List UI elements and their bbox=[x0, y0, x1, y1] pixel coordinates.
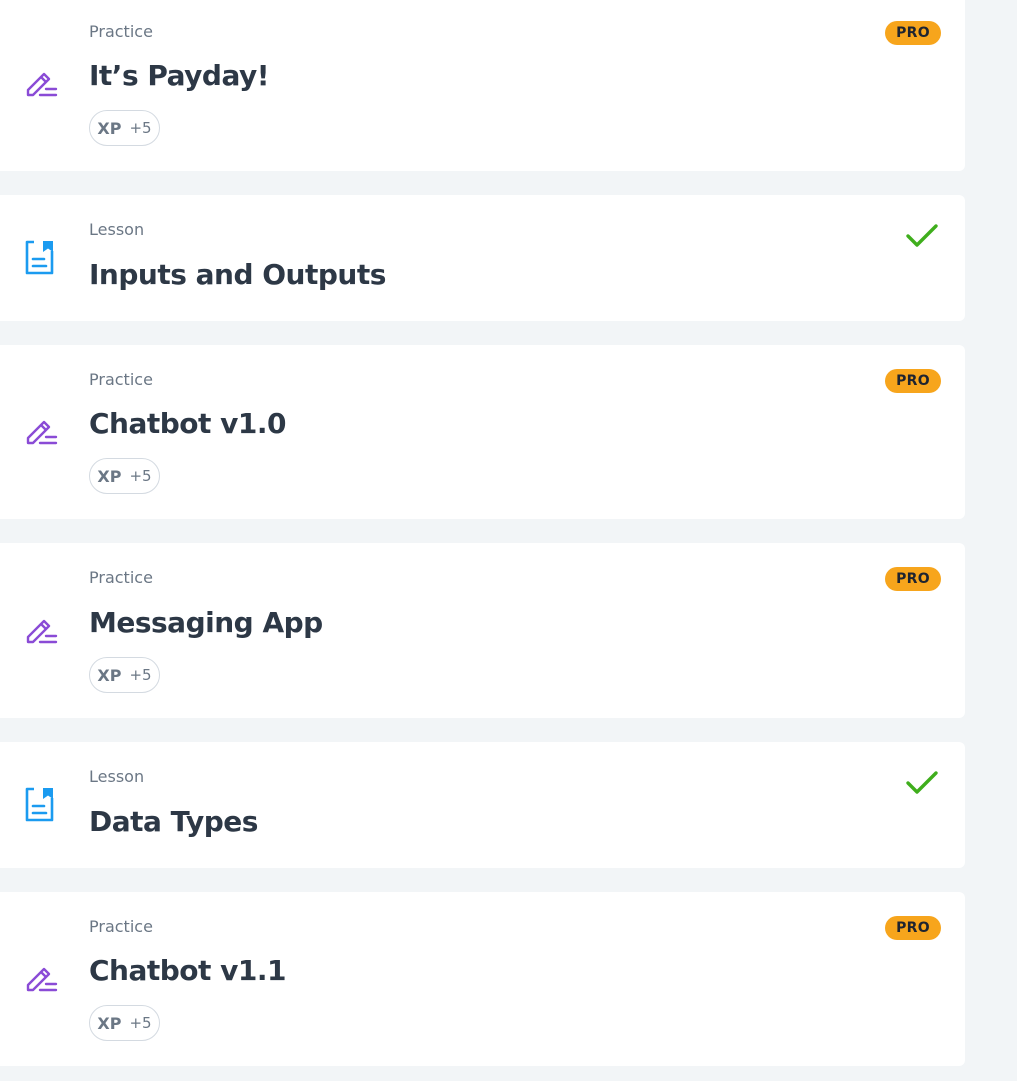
item-type-label: Lesson bbox=[89, 767, 145, 786]
item-type-label: Practice bbox=[89, 22, 153, 41]
pro-badge: PRO bbox=[885, 369, 941, 393]
xp-pill: XP +5 bbox=[89, 110, 160, 146]
list-item[interactable]: Practice It’s Payday! XP +5 PRO bbox=[0, 0, 965, 171]
xp-value: +5 bbox=[129, 467, 152, 485]
xp-label: XP bbox=[97, 118, 122, 138]
xp-pill: XP +5 bbox=[89, 458, 160, 494]
lesson-doc-icon bbox=[22, 786, 58, 822]
item-type-label: Practice bbox=[89, 370, 153, 389]
list-item[interactable]: Lesson Inputs and Outputs bbox=[0, 195, 965, 321]
xp-value: +5 bbox=[129, 666, 152, 684]
list-item[interactable]: Practice Messaging App XP +5 PRO bbox=[0, 543, 965, 718]
item-title: Messaging App bbox=[89, 606, 323, 639]
pro-badge: PRO bbox=[885, 567, 941, 591]
item-type-label: Lesson bbox=[89, 220, 145, 239]
pro-badge: PRO bbox=[885, 916, 941, 940]
item-type-label: Practice bbox=[89, 568, 153, 587]
pencil-icon bbox=[22, 960, 58, 996]
list-item[interactable]: Lesson Data Types bbox=[0, 742, 965, 868]
pencil-icon bbox=[22, 65, 58, 101]
check-icon bbox=[905, 223, 939, 249]
xp-value: +5 bbox=[129, 119, 152, 137]
pro-badge: PRO bbox=[885, 21, 941, 45]
pencil-icon bbox=[22, 413, 58, 449]
list-item[interactable]: Practice Chatbot v1.1 XP +5 PRO bbox=[0, 892, 965, 1066]
xp-label: XP bbox=[97, 1013, 122, 1033]
item-title: Inputs and Outputs bbox=[89, 258, 386, 291]
check-icon bbox=[905, 770, 939, 796]
xp-value: +5 bbox=[129, 1014, 152, 1032]
item-title: Chatbot v1.0 bbox=[89, 407, 287, 440]
pencil-icon bbox=[22, 612, 58, 648]
lesson-doc-icon bbox=[22, 239, 58, 275]
item-type-label: Practice bbox=[89, 917, 153, 936]
xp-label: XP bbox=[97, 466, 122, 486]
xp-label: XP bbox=[97, 665, 122, 685]
item-title: Data Types bbox=[89, 805, 258, 838]
item-title: It’s Payday! bbox=[89, 59, 270, 92]
xp-pill: XP +5 bbox=[89, 657, 160, 693]
list-item[interactable]: Practice Chatbot v1.0 XP +5 PRO bbox=[0, 345, 965, 519]
item-title: Chatbot v1.1 bbox=[89, 954, 287, 987]
xp-pill: XP +5 bbox=[89, 1005, 160, 1041]
